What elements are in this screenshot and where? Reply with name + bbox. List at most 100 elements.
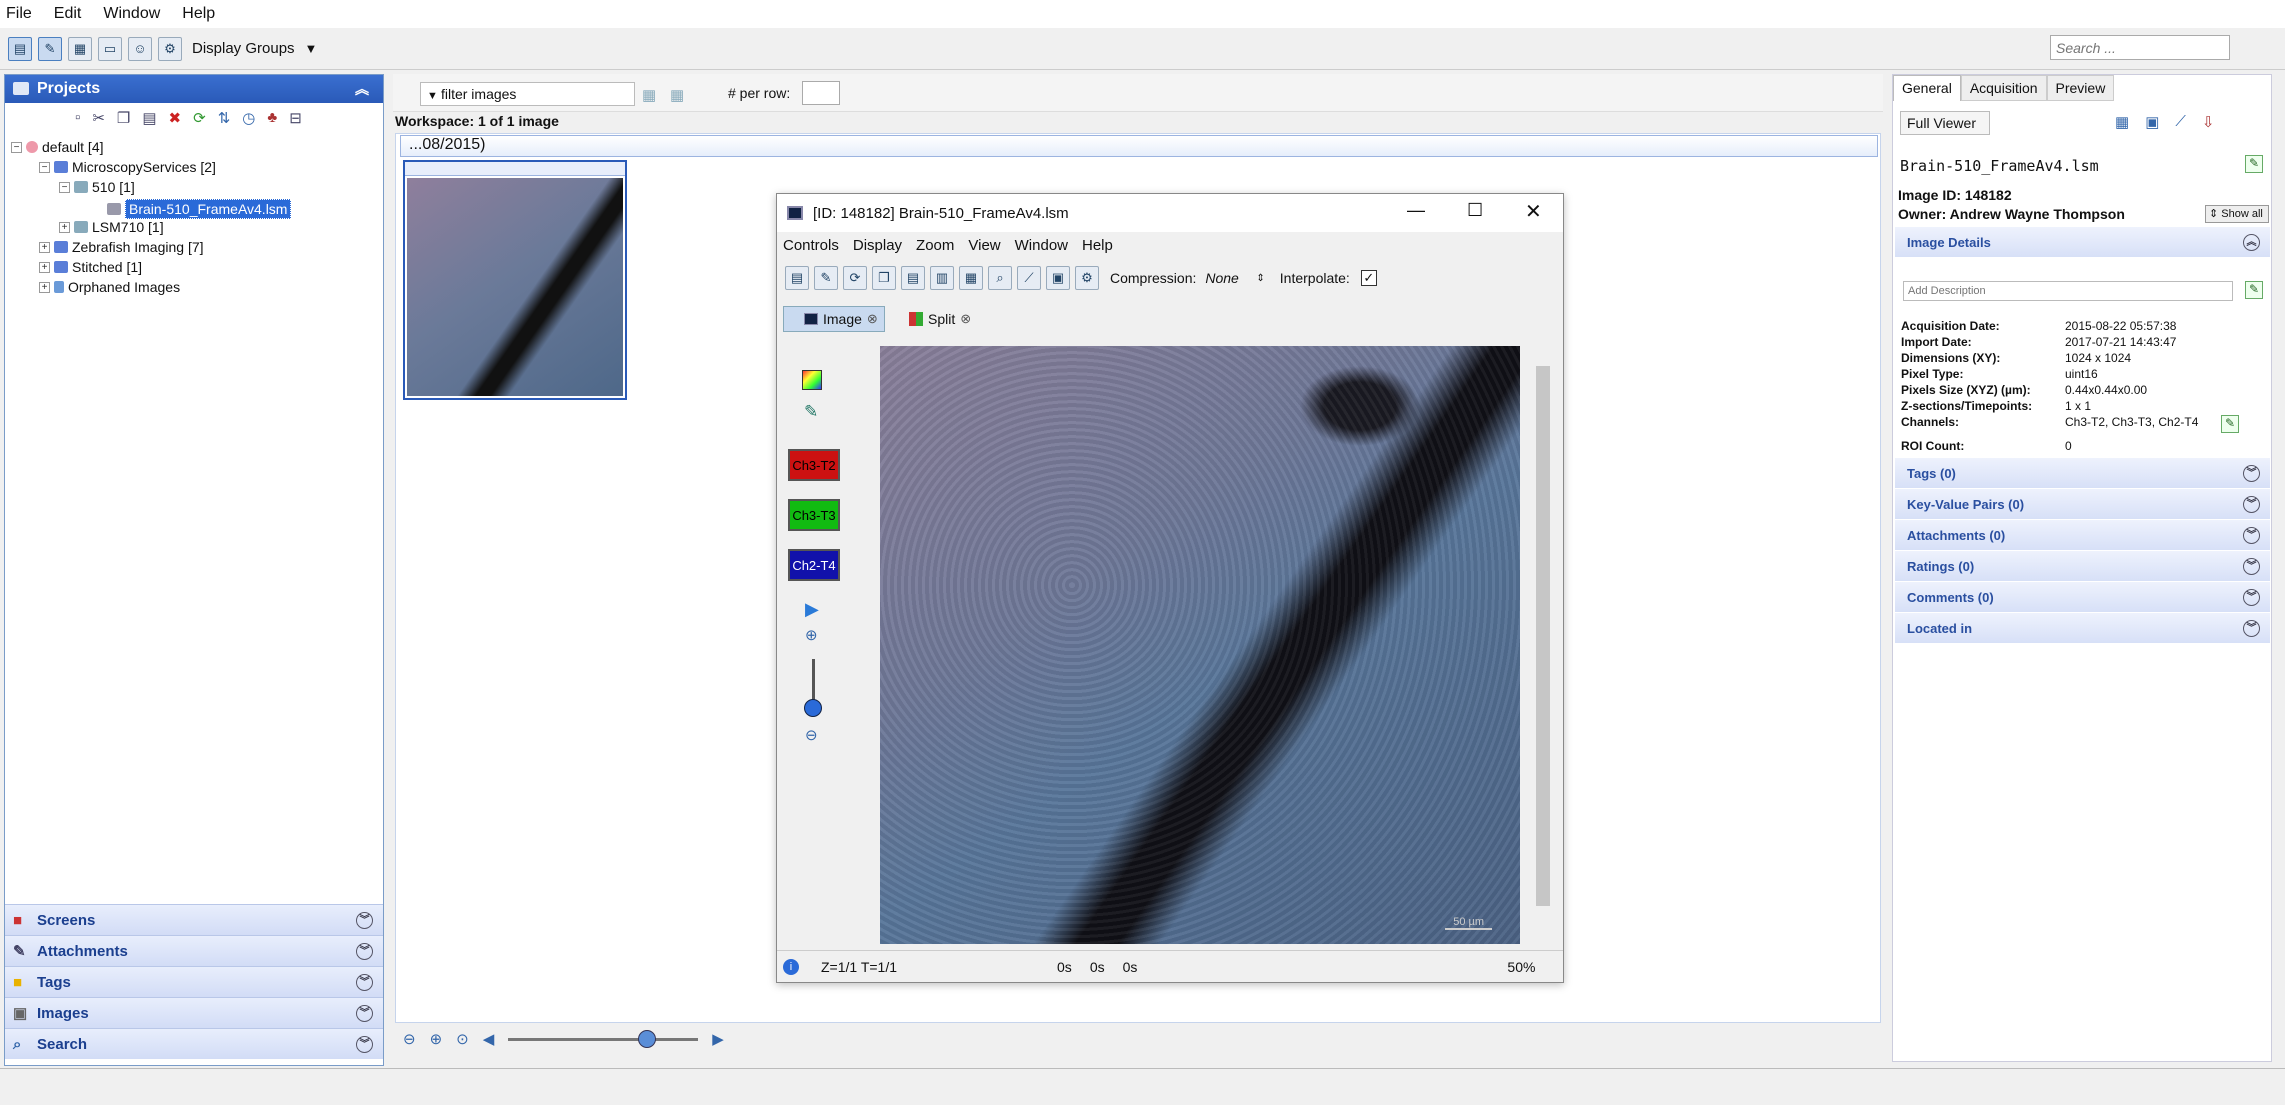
chevron-down-icon[interactable]: ▼ [305,41,318,56]
viewer-info-icon[interactable]: ▤ [785,266,809,290]
tab-close-icon[interactable]: ⊗ [867,311,878,327]
section-images[interactable]: ▣ Images ︾ [5,997,383,1028]
section-located-in[interactable]: Located in ︾ [1895,613,2270,643]
save-settings-icon[interactable]: ▥ [930,266,954,290]
info-icon[interactable]: i [783,958,799,975]
zoom-in-icon[interactable]: ⊕ [430,1030,443,1048]
menu-file[interactable]: File [6,5,32,23]
chevron-down-icon[interactable]: ︾ [2243,588,2260,606]
expand-icon[interactable]: + [39,281,50,293]
viewer-menu-display[interactable]: Display [853,237,902,254]
viewer-refresh-icon[interactable]: ⟳ [843,266,867,290]
collapse-icon[interactable]: − [11,141,22,153]
tree-item-microscopy-services[interactable]: − MicroscopyServices [2] [39,159,216,175]
chevron-down-icon[interactable]: ︾ [356,1035,373,1053]
section-attachments[interactable]: ✎ Attachments ︾ [5,935,383,966]
chevron-down-icon[interactable]: ︾ [356,911,373,929]
menu-edit[interactable]: Edit [54,5,82,23]
tags-filter-icon[interactable]: ♣ [267,109,277,127]
eyedropper-icon[interactable]: ✎ [804,402,818,422]
full-viewer-button[interactable]: Full Viewer [1900,111,1990,135]
show-all-button[interactable]: ⇕ Show all [2205,205,2269,223]
tree-item-510[interactable]: −510 [1] [59,179,135,195]
viewer-menu-view[interactable]: View [968,237,1000,254]
snapshot-icon[interactable]: ▣ [1046,266,1070,290]
slider-knob[interactable] [638,1029,657,1048]
edit-channels-icon[interactable]: ✎ [2221,415,2239,433]
microscopy-image[interactable]: 50 µm [880,346,1520,944]
collapse-icon[interactable]: − [59,181,70,193]
zoom-out-icon[interactable]: ⊖ [805,726,818,744]
zoom-in-icon[interactable]: ⊕ [805,626,818,644]
delete-icon[interactable]: ✖ [169,109,182,127]
edit-name-icon[interactable]: ✎ [2245,155,2263,173]
clock-icon[interactable]: ◷ [242,109,255,127]
section-screens[interactable]: ■ Screens ︾ [5,904,383,935]
chevron-down-icon[interactable]: ︾ [2243,526,2260,544]
tab-acquisition[interactable]: Acquisition [1960,75,2047,101]
section-comments[interactable]: Comments (0) ︾ [1895,582,2270,612]
tree-item-default[interactable]: − default [4] [11,139,104,155]
updown-icon[interactable]: ⇕ [1256,273,1264,284]
expand-icon[interactable]: + [59,221,70,233]
chevron-down-icon[interactable]: ︾ [356,942,373,960]
people-icon[interactable]: ☺ [128,36,152,61]
channel-button-ch2-t4[interactable]: Ch2-T4 [788,549,840,581]
scripts-icon[interactable]: ⚙ [158,36,182,61]
tab-general[interactable]: General [1893,75,1961,101]
annotate-toggle-icon[interactable]: ✎ [38,36,62,61]
tree-item-brain-image[interactable]: Brain-510_FrameAv4.lsm [107,199,292,219]
tab-preview[interactable]: Preview [2046,75,2115,101]
tab-close-icon[interactable]: ⊗ [960,311,971,327]
arrow-right-icon[interactable]: ▶ [712,1030,724,1048]
section-image-details[interactable]: Image Details ︽ [1895,227,2270,257]
section-attachments[interactable]: Attachments (0) ︾ [1895,520,2270,550]
section-search[interactable]: ⌕ Search ︾ [5,1028,383,1059]
paste-icon[interactable]: ▤ [142,109,156,127]
channel-button-ch3-t2[interactable]: Ch3-T2 [788,449,840,481]
new-icon[interactable]: ▫ [75,109,80,127]
menu-window[interactable]: Window [103,5,160,23]
paste-settings-icon[interactable]: ▤ [901,266,925,290]
edit-description-icon[interactable]: ✎ [2245,281,2263,299]
collapse-icon[interactable]: − [39,161,50,173]
collapse-up-icon[interactable]: ︽ [355,79,369,99]
description-input[interactable] [1903,281,2233,301]
color-picker-icon[interactable] [802,370,822,390]
zoom-out-icon[interactable]: ⊖ [403,1030,416,1048]
play-icon[interactable]: ▶ [805,599,819,620]
chevron-down-icon[interactable]: ︾ [2243,464,2260,482]
zoom-fit-icon[interactable]: ⊙ [456,1030,469,1048]
viewer-scripts-icon[interactable]: ⚙ [1075,266,1099,290]
explorer-toggle-icon[interactable]: ▤ [8,36,32,61]
arrow-left-icon[interactable]: ◀ [483,1030,495,1048]
maximize-icon[interactable]: ☐ [1467,200,1483,221]
chevron-down-icon[interactable]: ︾ [2243,495,2260,513]
grid-view-icon[interactable]: ▦ [670,86,684,104]
expand-icon[interactable]: + [39,261,50,273]
grid-icon[interactable]: ▦ [2115,113,2129,131]
copy-icon[interactable]: ❐ [117,109,130,127]
display-groups-button[interactable]: Display Groups [192,40,295,57]
download-icon[interactable]: ⇩ [2202,113,2215,131]
chevron-down-icon[interactable]: ︾ [2243,557,2260,575]
channel-button-ch3-t3[interactable]: Ch3-T3 [788,499,840,531]
viewer-menu-zoom[interactable]: Zoom [916,237,954,254]
tab-image[interactable]: Image ⊗ [783,306,885,332]
image-thumbnail[interactable] [403,160,627,400]
menu-help[interactable]: Help [182,5,215,23]
per-row-input[interactable] [802,81,840,105]
tree-item-stitched[interactable]: + Stitched [1] [39,259,142,275]
tree-item-lsm710[interactable]: + LSM710 [1] [59,219,164,235]
search-input[interactable] [2050,35,2230,60]
viewer-annotate-icon[interactable]: ✎ [814,266,838,290]
sort-icon[interactable]: ⇅ [218,109,231,127]
chevron-up-icon[interactable]: ︽ [2243,233,2260,251]
open-with-icon[interactable]: ▣ [2145,113,2159,131]
list-view-icon[interactable]: ▦ [642,86,656,104]
interpolate-checkbox[interactable]: ✓ [1360,270,1377,286]
tree-item-orphaned[interactable]: + Orphaned Images [39,279,180,295]
tab-split[interactable]: Split ⊗ [899,306,979,332]
chevron-down-icon[interactable]: ︾ [356,973,373,991]
viewer-menu-controls[interactable]: Controls [783,237,839,254]
